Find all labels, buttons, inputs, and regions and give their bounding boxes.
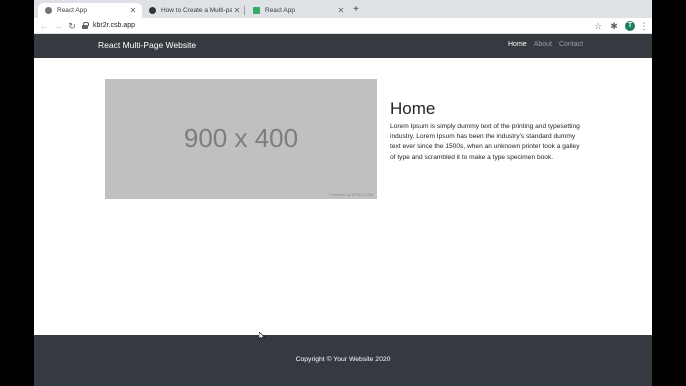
video-letterbox-left bbox=[0, 0, 34, 386]
browser-tab-tutorial[interactable]: How to Create a Multi-page W ✕ bbox=[142, 3, 246, 18]
tab-title: React App bbox=[265, 7, 295, 14]
video-letterbox-right bbox=[652, 0, 686, 386]
codesandbox-favicon-icon bbox=[253, 7, 260, 14]
page-viewport: React Multi-Page Website Home About Cont… bbox=[34, 34, 652, 386]
site-footer: Copyright © Your Website 2020 bbox=[34, 335, 652, 386]
nav-link-contact[interactable]: Contact bbox=[559, 41, 583, 48]
puzzle-icon[interactable]: ✱ bbox=[609, 21, 619, 31]
react-favicon-icon bbox=[45, 7, 52, 14]
site-navbar: React Multi-Page Website Home About Cont… bbox=[34, 34, 652, 58]
browser-tab-react-app[interactable]: React App ✕ bbox=[38, 3, 142, 18]
placeholder-image: 900 x 400 Powered by HTML.COM bbox=[105, 79, 377, 199]
placeholder-image-caption: Powered by HTML.COM bbox=[329, 192, 373, 197]
star-icon[interactable]: ☆ bbox=[593, 21, 603, 31]
mouse-cursor-icon bbox=[259, 332, 265, 340]
navbar-brand[interactable]: React Multi-Page Website bbox=[98, 40, 196, 50]
close-icon[interactable]: ✕ bbox=[232, 6, 242, 16]
tab-separator bbox=[244, 6, 245, 15]
page-body-text: Lorem Ipsum is simply dummy text of the … bbox=[390, 123, 580, 161]
close-icon[interactable]: ✕ bbox=[128, 6, 138, 16]
address-bar[interactable]: kbr2r.csb.app bbox=[82, 19, 610, 32]
tab-title: How to Create a Multi-page W bbox=[161, 7, 232, 14]
lock-icon bbox=[82, 22, 89, 29]
navbar-links: Home About Contact bbox=[508, 41, 583, 48]
profile-avatar[interactable]: T bbox=[625, 21, 635, 31]
nav-link-about[interactable]: About bbox=[534, 41, 552, 48]
hero-content: Home Lorem Ipsum is simply dummy text of… bbox=[390, 99, 586, 163]
browser-window: React App ✕ How to Create a Multi-page W… bbox=[34, 0, 652, 386]
back-arrow-icon[interactable]: ← bbox=[38, 20, 50, 32]
site-favicon-icon bbox=[149, 7, 156, 14]
new-tab-icon[interactable]: + bbox=[350, 4, 362, 16]
placeholder-image-size-text: 900 x 400 bbox=[183, 123, 299, 153]
address-url: kbr2r.csb.app bbox=[93, 22, 136, 29]
browser-toolbar: ← → ↻ kbr2r.csb.app ☆ ✱ T ⋮ bbox=[34, 18, 652, 34]
reload-icon[interactable]: ↻ bbox=[66, 20, 78, 32]
kebab-menu-icon[interactable]: ⋮ bbox=[639, 21, 649, 31]
nav-link-home[interactable]: Home bbox=[508, 41, 527, 48]
footer-copyright: Copyright © Your Website 2020 bbox=[295, 356, 391, 363]
browser-tab-react-app-2[interactable]: React App ✕ bbox=[246, 3, 350, 18]
page-heading: Home bbox=[390, 99, 436, 118]
tab-strip: React App ✕ How to Create a Multi-page W… bbox=[34, 0, 652, 18]
close-icon[interactable]: ✕ bbox=[336, 6, 346, 16]
tab-title: React App bbox=[57, 7, 87, 14]
forward-arrow-icon[interactable]: → bbox=[52, 20, 64, 32]
